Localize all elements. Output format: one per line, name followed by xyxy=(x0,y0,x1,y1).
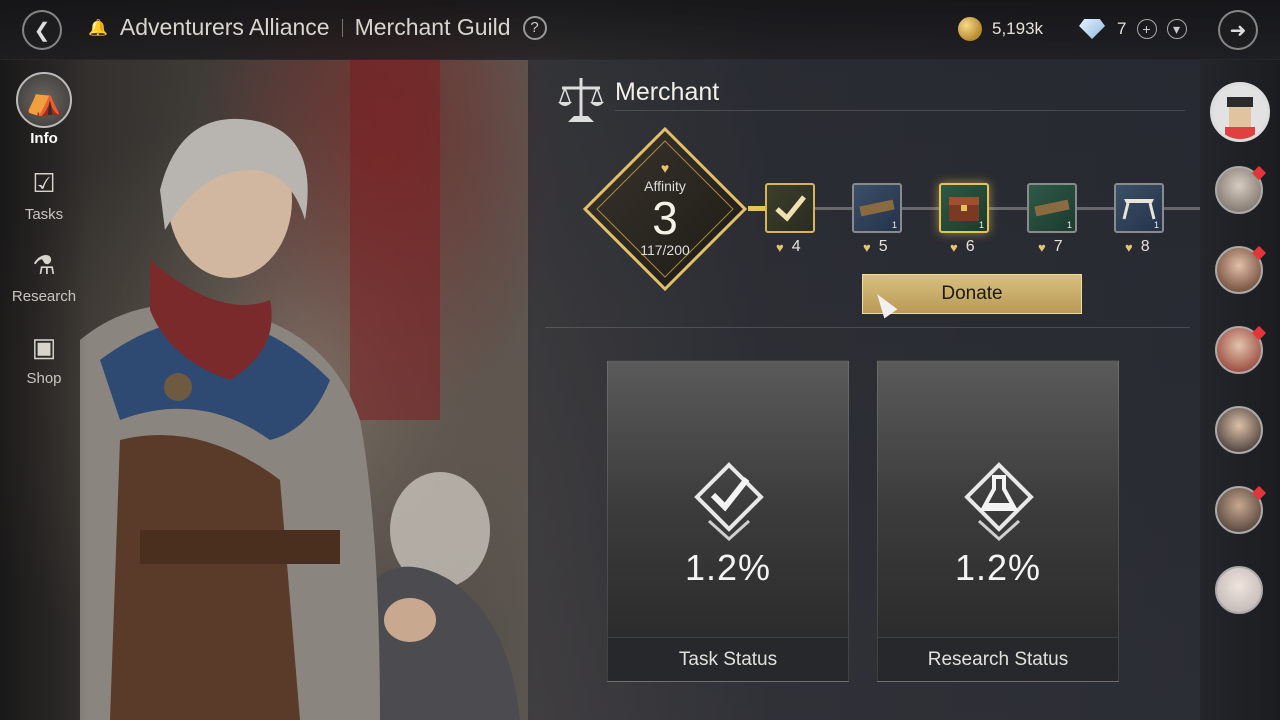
character-artwork xyxy=(80,60,530,720)
avatar-icon xyxy=(1213,85,1267,139)
reward-level-6[interactable]: 1 xyxy=(939,183,989,233)
back-button[interactable]: ❮ xyxy=(22,10,62,50)
nav-research[interactable]: ⚗ Research xyxy=(0,244,88,306)
reward-level-7[interactable]: 1 xyxy=(1027,183,1077,233)
task-status-label: Task Status xyxy=(608,637,848,681)
flask-icon xyxy=(964,462,1034,541)
breadcrumb-alliance[interactable]: Adventurers Alliance xyxy=(120,14,330,41)
research-status-card[interactable]: 1.2% Research Status xyxy=(877,360,1119,682)
nav-shop[interactable]: ▣ Shop xyxy=(0,326,88,388)
npc-portrait-silver-hair[interactable] xyxy=(1215,566,1263,614)
task-check-icon xyxy=(694,462,764,541)
reward-level-number: 5 xyxy=(878,238,888,255)
exit-button[interactable]: ➜ xyxy=(1218,10,1258,50)
gem-amount: 7 xyxy=(1117,19,1127,38)
reward-count: 1 xyxy=(1066,220,1072,230)
expand-currency-button[interactable]: ▾ xyxy=(1166,19,1187,39)
checkbox-icon: ☑ xyxy=(32,167,56,198)
chest-icon: ▣ xyxy=(31,331,57,362)
tent-icon: ⛺ xyxy=(16,72,72,128)
help-button[interactable]: ? xyxy=(522,15,547,40)
left-navigation xyxy=(0,60,88,720)
reward-level-number: 6 xyxy=(965,238,975,255)
research-status-percent: 1.2% xyxy=(954,547,1042,588)
affinity-progress: 117/200 xyxy=(640,242,690,258)
npc-portrait-woman[interactable] xyxy=(1215,406,1263,454)
nav-label: Tasks xyxy=(24,206,64,223)
heart-icon: ♥ xyxy=(1038,239,1046,255)
reward-level-number: 7 xyxy=(1053,238,1063,255)
player-avatar[interactable] xyxy=(1210,82,1270,142)
heart-icon: ♥ xyxy=(776,239,784,255)
affinity-info: ♥ Affinity 3 117/200 xyxy=(583,127,747,291)
affinity-level: 3 xyxy=(652,192,678,244)
breadcrumb: 🔔 Adventurers Alliance Merchant Guild ? xyxy=(88,14,547,41)
nav-label: Shop xyxy=(26,370,62,387)
add-gems-button[interactable]: + xyxy=(1136,19,1157,39)
reward-count: 1 xyxy=(978,220,984,230)
reward-level-5[interactable]: 1 xyxy=(852,183,902,233)
nav-tasks[interactable]: ☑ Tasks xyxy=(0,162,88,224)
back-arrow-icon: ❮ xyxy=(33,19,51,42)
reward-level-label: ♥ 5 xyxy=(863,238,888,256)
check-reward-icon xyxy=(775,195,806,222)
reward-level-label: ♥ 4 xyxy=(776,238,801,256)
currency-bar: 5,193k 7 + ▾ xyxy=(958,17,1187,41)
heart-icon: ♥ xyxy=(1125,239,1133,255)
top-bar: ❮ 🔔 Adventurers Alliance Merchant Guild … xyxy=(0,0,1280,60)
scales-icon xyxy=(558,78,604,122)
breadcrumb-guild: Merchant Guild xyxy=(354,14,511,40)
task-status-card[interactable]: 1.2% Task Status xyxy=(607,360,849,682)
reward-level-label: ♥ 7 xyxy=(1038,238,1063,256)
reward-count: 1 xyxy=(891,220,897,230)
bell-icon: 🔔 xyxy=(88,19,108,37)
flask-icon: ⚗ xyxy=(32,249,56,280)
character-sidebar xyxy=(1200,60,1280,720)
heart-icon: ♥ xyxy=(863,239,871,255)
reward-level-4[interactable] xyxy=(765,183,815,233)
title-divider xyxy=(615,110,1185,111)
breadcrumb-separator xyxy=(341,18,343,37)
nav-label: Research xyxy=(11,288,77,305)
research-status-label: Research Status xyxy=(878,637,1118,681)
heart-icon: ♥ xyxy=(950,239,958,255)
reward-level-label: ♥ 8 xyxy=(1125,238,1150,256)
nav-info[interactable]: ⛺ Info xyxy=(0,72,88,147)
reward-level-number: 4 xyxy=(791,238,801,255)
reward-level-number: 8 xyxy=(1140,238,1150,255)
merchant-guild-screen: ❮ 🔔 Adventurers Alliance Merchant Guild … xyxy=(0,0,1280,720)
gold-coin-icon xyxy=(958,17,982,41)
merchant-title: Merchant xyxy=(615,78,720,106)
reward-level-label: ♥ 6 xyxy=(950,238,975,256)
gold-amount: 5,193k xyxy=(992,19,1044,38)
heart-icon: ♥ xyxy=(660,160,670,176)
reward-level-8[interactable]: 1 xyxy=(1114,183,1164,233)
diamond-icon xyxy=(1079,19,1106,39)
section-divider xyxy=(545,327,1190,328)
task-status-percent: 1.2% xyxy=(684,547,772,588)
nav-label: Info xyxy=(30,130,58,147)
exit-icon: ➜ xyxy=(1229,19,1247,42)
reward-count: 1 xyxy=(1153,220,1159,230)
